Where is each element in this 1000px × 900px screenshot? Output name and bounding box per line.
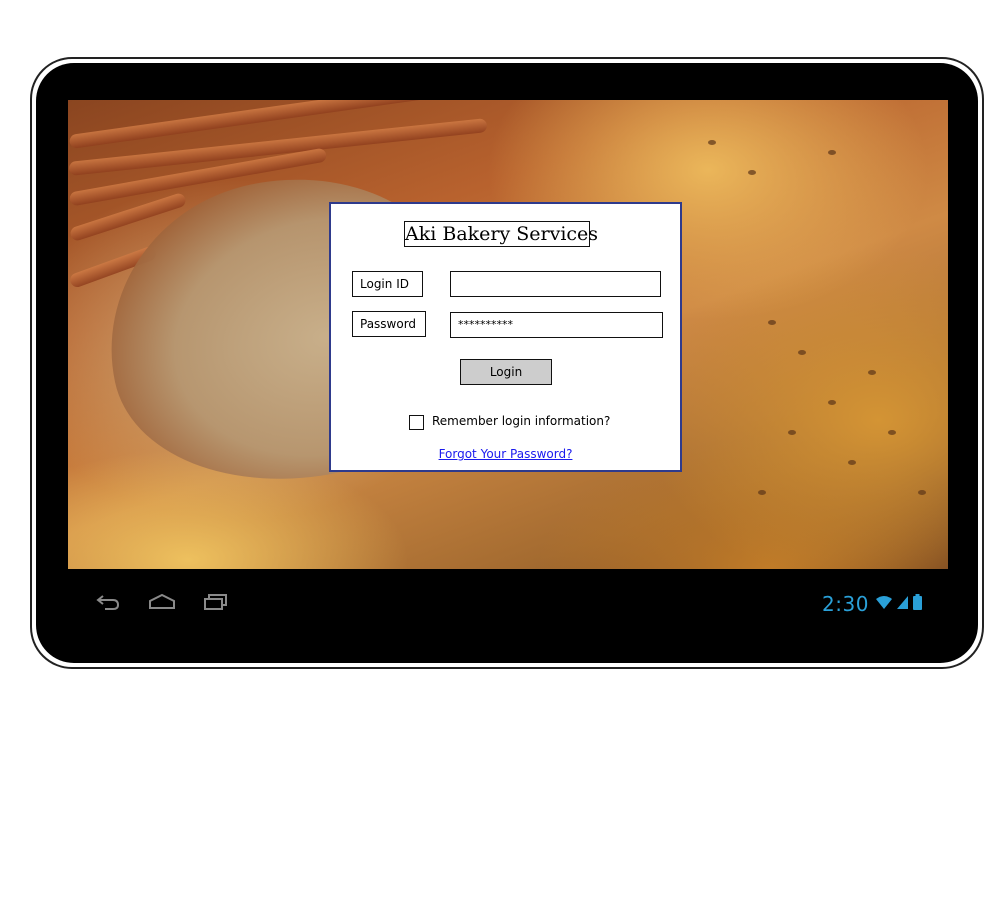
signal-icon	[896, 594, 909, 614]
seed	[788, 430, 796, 435]
seed	[848, 460, 856, 465]
status-bar: 2:30	[822, 592, 922, 616]
seed	[888, 430, 896, 435]
clock: 2:30	[822, 592, 869, 616]
password-label: Password	[352, 311, 426, 337]
remember-checkbox[interactable]	[409, 415, 424, 430]
seed	[918, 490, 926, 495]
recent-apps-icon[interactable]	[203, 590, 229, 616]
forgot-password-link[interactable]: Forgot Your Password?	[331, 447, 680, 461]
login-dialog: Aki Bakery Services Login ID Password **…	[329, 202, 682, 472]
login-id-label: Login ID	[352, 271, 423, 297]
login-id-input[interactable]	[450, 271, 661, 297]
home-icon[interactable]	[148, 590, 176, 616]
login-button[interactable]: Login	[460, 359, 552, 385]
back-icon[interactable]	[95, 590, 121, 616]
seed	[798, 350, 806, 355]
seed	[828, 150, 836, 155]
wifi-icon	[875, 594, 893, 614]
seed	[868, 370, 876, 375]
password-input[interactable]: **********	[450, 312, 663, 338]
battery-icon	[912, 594, 922, 614]
seed	[708, 140, 716, 145]
seed	[828, 400, 836, 405]
remember-label: Remember login information?	[432, 414, 611, 428]
seed	[758, 490, 766, 495]
seed	[768, 320, 776, 325]
seed	[748, 170, 756, 175]
app-title: Aki Bakery Services	[404, 221, 599, 247]
